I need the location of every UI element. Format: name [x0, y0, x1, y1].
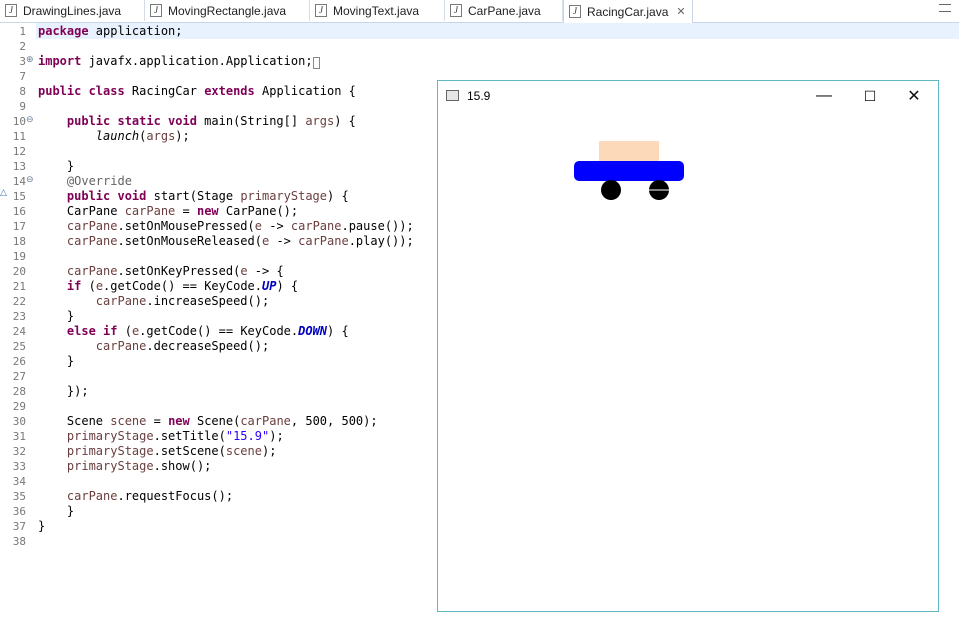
- java-file-icon: J: [150, 4, 162, 17]
- override-marker-icon[interactable]: △: [0, 188, 7, 198]
- java-file-icon: J: [315, 4, 327, 17]
- code-line: package application;: [38, 24, 183, 38]
- java-file-icon: J: [5, 4, 17, 17]
- tab-label: CarPane.java: [468, 3, 541, 18]
- line-number: 13: [12, 160, 26, 173]
- collapse-fold-icon[interactable]: ⊖: [26, 115, 34, 125]
- code-line: public static void main(String[] args) {: [66, 114, 356, 128]
- close-tab-icon[interactable]: ✕: [676, 5, 685, 18]
- tab-carpane[interactable]: J CarPane.java: [445, 0, 563, 21]
- line-number: 17: [12, 220, 26, 233]
- code-line: });: [38, 384, 89, 398]
- car-roof: [599, 141, 659, 162]
- minimize-editor-icon[interactable]: [939, 4, 951, 12]
- line-number: 7: [19, 70, 26, 83]
- car-front-wheel: [601, 180, 621, 200]
- code-line: primaryStage.setScene(scene);: [66, 444, 277, 458]
- code-line: @Override: [66, 174, 132, 188]
- tab-racingcar[interactable]: J RacingCar.java ✕: [563, 0, 693, 23]
- code-line: public void start(Stage primaryStage) {: [66, 189, 349, 203]
- code-line: CarPane carPane = new CarPane();: [38, 204, 299, 218]
- line-number: 27: [12, 370, 26, 383]
- code-line: }: [38, 354, 75, 368]
- line-number: 12: [12, 145, 26, 158]
- code-line: carPane.increaseSpeed();: [95, 294, 270, 308]
- line-number: 18: [12, 235, 26, 248]
- code-line: carPane.requestFocus();: [66, 489, 234, 503]
- line-number: 9: [19, 100, 26, 113]
- line-number: 28: [12, 385, 26, 398]
- code-line: import javafx.application.Application;: [38, 54, 320, 71]
- line-number: 14: [12, 175, 26, 188]
- line-number: 38: [12, 535, 26, 548]
- tab-label: DrawingLines.java: [23, 3, 122, 18]
- line-number: 32: [12, 445, 26, 458]
- line-number: 30: [12, 415, 26, 428]
- code-line: }: [38, 309, 75, 323]
- tab-movingrectangle[interactable]: J MovingRectangle.java: [145, 0, 310, 21]
- line-number: 25: [12, 340, 26, 353]
- java-file-icon: J: [569, 5, 581, 18]
- tab-movingtext[interactable]: J MovingText.java: [310, 0, 445, 21]
- code-line: primaryStage.setTitle("15.9");: [66, 429, 284, 443]
- code-line: public class RacingCar extends Applicati…: [38, 84, 356, 98]
- line-number: 37: [12, 520, 26, 533]
- line-number: 1: [19, 25, 26, 38]
- line-number: 26: [12, 355, 26, 368]
- code-line: if (e.getCode() == KeyCode.UP) {: [66, 279, 299, 293]
- line-number: 11: [12, 130, 26, 143]
- code-line: launch(args);: [95, 129, 190, 143]
- code-line: Scene scene = new Scene(carPane, 500, 50…: [38, 414, 378, 428]
- collapse-fold-icon[interactable]: ⊖: [26, 175, 34, 185]
- line-number: 24: [12, 325, 26, 338]
- line-number: 34: [12, 475, 26, 488]
- tab-label: RacingCar.java: [587, 4, 669, 19]
- line-number: 16: [12, 205, 26, 218]
- code-line: carPane.setOnMousePressed(e -> carPane.p…: [66, 219, 414, 233]
- code-line: carPane.decreaseSpeed();: [95, 339, 270, 353]
- line-number: 20: [12, 265, 26, 278]
- tab-drawinglines[interactable]: J DrawingLines.java: [0, 0, 145, 21]
- code-line: carPane.setOnMouseReleased(e -> carPane.…: [66, 234, 414, 248]
- racing-car-window[interactable]: 15.9 — ☐ ✕: [437, 80, 939, 612]
- line-number: 2: [19, 40, 26, 53]
- line-number: 31: [12, 430, 26, 443]
- editor-tab-bar: J DrawingLines.java J MovingRectangle.ja…: [0, 0, 959, 23]
- line-number: 36: [12, 505, 26, 518]
- line-number: 10: [12, 115, 26, 128]
- line-number: 22: [12, 295, 26, 308]
- line-number: 35: [12, 490, 26, 503]
- code-line: carPane.setOnKeyPressed(e -> {: [66, 264, 284, 278]
- line-number: 21: [12, 280, 26, 293]
- tab-label: MovingRectangle.java: [168, 3, 287, 18]
- code-line: }: [38, 519, 46, 533]
- line-number: 8: [19, 85, 26, 98]
- line-number: 19: [12, 250, 26, 263]
- car-canvas: [574, 141, 684, 200]
- code-line: }: [38, 159, 75, 173]
- code-line: }: [38, 504, 75, 518]
- code-line: primaryStage.show();: [66, 459, 212, 473]
- line-number: 3: [19, 55, 26, 68]
- code-line: else if (e.getCode() == KeyCode.DOWN) {: [66, 324, 349, 338]
- tab-label: MovingText.java: [333, 3, 420, 18]
- line-number: 23: [12, 310, 26, 323]
- java-file-icon: J: [450, 4, 462, 17]
- expand-fold-icon[interactable]: ⊕: [26, 55, 34, 65]
- line-number: 33: [12, 460, 26, 473]
- line-number-gutter: 1 2 3 ⊕ 7 8 9 10 ⊖ 11 12 13 14 ⊖ 15 △ 16…: [0, 23, 36, 629]
- car-body: [574, 161, 684, 181]
- line-number: 29: [12, 400, 26, 413]
